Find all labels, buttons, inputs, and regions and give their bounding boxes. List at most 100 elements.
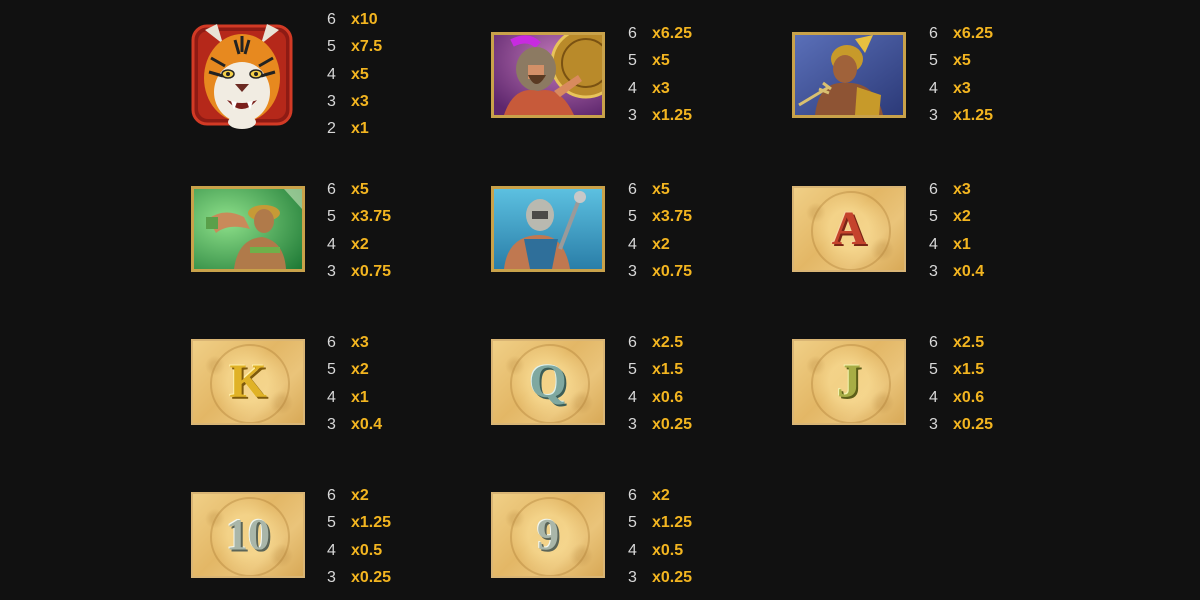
multiplier: x0.25 [351, 568, 392, 586]
symbol-count: 3 [628, 106, 637, 124]
multiplier: x2.5 [652, 334, 684, 351]
pay-row: 3 x1.25 [929, 102, 1019, 129]
multiplier: x3 [953, 79, 971, 97]
pay-row: 2 x1 [327, 115, 417, 142]
pay-row: 4 x3 [628, 75, 718, 102]
symbol-count: 3 [929, 262, 938, 280]
green-gladiator-symbol [191, 186, 305, 272]
multiplier: x5 [351, 65, 369, 83]
symbol-count: 4 [628, 541, 637, 559]
pay-row: 3 x0.25 [929, 411, 1019, 438]
pay-row: 6 x2 [628, 482, 718, 509]
symbol-count: 4 [628, 235, 637, 253]
multiplier: x2 [351, 235, 369, 253]
multiplier: x1.25 [953, 106, 994, 124]
number-9-symbol: 9 [491, 492, 605, 578]
number-10-symbol: 10 [191, 492, 305, 578]
symbol-count: 5 [327, 208, 336, 226]
pay-row: 6 x2.5 [628, 329, 718, 356]
pay-row: 6 x5 [628, 176, 718, 203]
pay-row: 5 x7.5 [327, 33, 417, 60]
multiplier: x1.5 [652, 361, 684, 379]
blue-gladiator-symbol [491, 186, 605, 272]
symbol-count: 4 [929, 79, 938, 97]
multiplier: x1.25 [652, 106, 693, 124]
multiplier: x1.25 [351, 514, 392, 532]
symbol-count: 5 [929, 52, 938, 70]
symbol-count: 6 [929, 334, 938, 351]
multiplier: x3.75 [652, 208, 693, 226]
multiplier: x2 [953, 208, 971, 226]
multiplier: x2 [652, 487, 670, 504]
pay-row: 3 x0.25 [628, 564, 718, 591]
pay-row: 5 x5 [628, 47, 718, 74]
symbol-count: 4 [628, 388, 637, 406]
symbol-letter: Q [529, 355, 567, 408]
pay-row: 3 x0.4 [327, 411, 417, 438]
multiplier: x6.25 [652, 25, 693, 42]
pay-row: 4 x3 [929, 75, 1019, 102]
multiplier: x5 [652, 52, 670, 70]
pay-row: 5 x1.25 [327, 509, 417, 536]
symbol-count: 5 [628, 208, 637, 226]
multiplier: x0.4 [351, 415, 383, 433]
pay-row: 3 x0.75 [327, 258, 417, 285]
symbol-count: 4 [327, 235, 336, 253]
multiplier: x0.6 [953, 388, 985, 406]
multiplier: x5 [652, 181, 670, 198]
multiplier: x3.75 [351, 208, 392, 226]
pay-row: 4 x2 [327, 231, 417, 258]
symbol-count: 6 [327, 181, 336, 198]
symbol-count: 4 [929, 235, 938, 253]
symbol-count: 2 [327, 120, 336, 138]
number-10-paytable: 6 x2 5 x1.25 4 x0.5 3 x0.25 [327, 482, 417, 591]
symbol-count: 6 [327, 334, 336, 351]
pay-row: 5 x1.5 [628, 356, 718, 383]
symbol-letter: 10 [226, 510, 270, 559]
letter-j-paytable: 6 x2.5 5 x1.5 4 x0.6 3 x0.25 [929, 329, 1019, 438]
multiplier: x1 [351, 120, 369, 138]
multiplier: x3 [351, 92, 369, 110]
blue-gladiator-paytable: 6 x5 5 x3.75 4 x2 3 x0.75 [628, 176, 718, 285]
letter-k-paytable: 6 x3 5 x2 4 x1 3 x0.4 [327, 329, 417, 438]
pay-row: 6 x5 [327, 176, 417, 203]
pay-row: 4 x0.6 [628, 384, 718, 411]
pay-row: 6 x6.25 [929, 20, 1019, 47]
symbol-count: 6 [929, 181, 938, 198]
multiplier: x0.6 [652, 388, 684, 406]
multiplier: x6.25 [953, 25, 994, 42]
multiplier: x0.25 [953, 415, 994, 433]
tiger-symbol [191, 22, 293, 130]
pay-row: 5 x5 [929, 47, 1019, 74]
pay-row: 6 x3 [327, 329, 417, 356]
symbol-count: 6 [327, 487, 336, 504]
green-gladiator-paytable: 6 x5 5 x3.75 4 x2 3 x0.75 [327, 176, 417, 285]
multiplier: x0.25 [652, 568, 693, 586]
pay-row: 5 x2 [327, 356, 417, 383]
letter-j-symbol: J [792, 339, 906, 425]
symbol-count: 6 [327, 11, 336, 28]
symbol-count: 6 [628, 25, 637, 42]
trident-gladiator-symbol [792, 32, 906, 118]
multiplier: x1.25 [652, 514, 693, 532]
pay-row: 3 x0.25 [628, 411, 718, 438]
symbol-count: 3 [628, 262, 637, 280]
pay-row: 6 x10 [327, 6, 417, 33]
multiplier: x1.5 [953, 361, 985, 379]
symbol-count: 5 [628, 514, 637, 532]
letter-k-symbol: K [191, 339, 305, 425]
pay-row: 4 x1 [327, 384, 417, 411]
symbol-count: 3 [327, 415, 336, 433]
symbol-count: 3 [929, 106, 938, 124]
multiplier: x2.5 [953, 334, 985, 351]
symbol-count: 5 [327, 38, 336, 56]
letter-a-symbol: A [792, 186, 906, 272]
pay-row: 4 x0.5 [628, 537, 718, 564]
pay-row: 6 x2.5 [929, 329, 1019, 356]
symbol-count: 3 [628, 568, 637, 586]
pay-row: 3 x1.25 [628, 102, 718, 129]
letter-q-symbol: Q [491, 339, 605, 425]
multiplier: x1 [351, 388, 369, 406]
symbol-count: 4 [327, 65, 336, 83]
multiplier: x3 [351, 334, 369, 351]
